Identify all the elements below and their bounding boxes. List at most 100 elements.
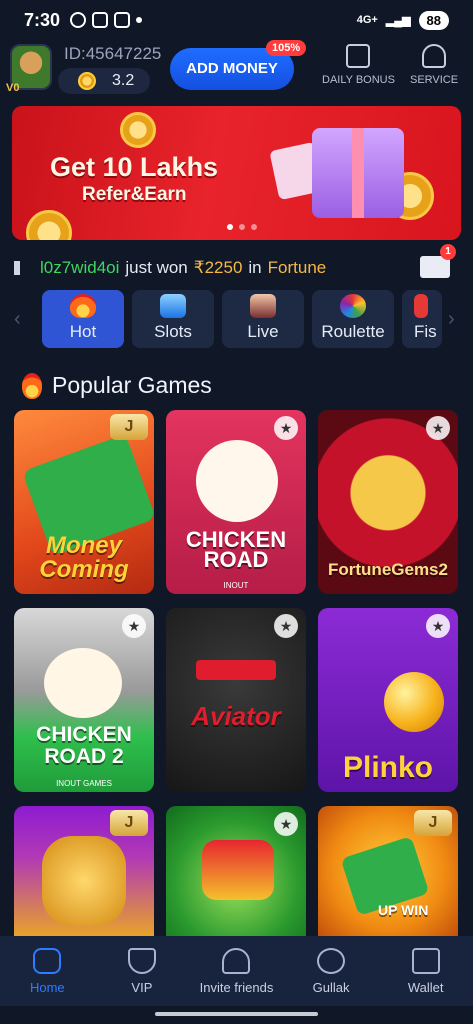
- piggy-bank-icon: [317, 947, 346, 974]
- jili-badge: J: [414, 810, 452, 836]
- category-label: Hot: [69, 322, 97, 341]
- game-plinko[interactable]: ★ Plinko: [318, 608, 458, 792]
- status-time: 7:30: [24, 9, 61, 30]
- carousel-dot[interactable]: [227, 224, 233, 230]
- headset-icon: [422, 44, 447, 68]
- game-title: Money Coming: [39, 532, 129, 583]
- game-chicken-road-2[interactable]: ★ CHICKEN ROAD 2 INOUT GAMES: [14, 608, 154, 792]
- roulette-icon: [340, 294, 366, 318]
- chevron-right-icon[interactable]: ›: [448, 308, 455, 331]
- carousel-dot[interactable]: [251, 224, 257, 230]
- nav-invite[interactable]: Invite friends: [189, 936, 284, 1006]
- flame-icon: [22, 372, 42, 399]
- nav-label: Wallet: [407, 979, 444, 995]
- chicken-icon: [196, 440, 278, 522]
- chicken-icon: [44, 648, 122, 718]
- ticker-in: in: [248, 258, 262, 277]
- category-label: Live: [247, 322, 279, 341]
- speaker-icon: [14, 261, 32, 275]
- notification-icons: [70, 12, 143, 28]
- flame-icon: [70, 294, 96, 318]
- nav-gullak[interactable]: Gullak: [284, 936, 379, 1006]
- winner-username: l0z7wid4oi: [40, 258, 120, 277]
- game-title: UP WIN: [378, 902, 429, 918]
- jester-hat-icon: [202, 840, 274, 900]
- category-fishing[interactable]: Fis: [402, 290, 442, 348]
- mail-count-badge: 1: [440, 244, 456, 260]
- popular-games-header: Popular Games: [22, 372, 212, 399]
- category-label: Fis: [414, 322, 437, 341]
- favorite-star-icon[interactable]: ★: [122, 614, 146, 638]
- game-jester[interactable]: ★: [166, 806, 306, 936]
- nav-label: VIP: [131, 979, 153, 995]
- favorite-star-icon[interactable]: ★: [274, 416, 298, 440]
- more-dot-icon: [136, 17, 143, 23]
- daily-bonus-button[interactable]: DAILY BONUS: [322, 44, 395, 86]
- category-label: Slots: [154, 322, 192, 341]
- checklist-icon: [346, 44, 371, 68]
- vip-level-badge: V0: [6, 82, 20, 94]
- coin-icon: [120, 112, 156, 148]
- signal-icon: ▂▄▆: [385, 14, 411, 27]
- nav-home[interactable]: Home: [0, 936, 95, 1006]
- category-roulette[interactable]: Roulette: [312, 290, 394, 348]
- game-fortune-gems-2[interactable]: ★ FortuneGems2: [318, 410, 458, 594]
- game-title: FortuneGems2: [328, 560, 448, 579]
- gift-box-icon: [312, 128, 404, 218]
- status-right: 4G+ ▂▄▆ 88: [356, 10, 449, 30]
- live-dealer-icon: [250, 294, 276, 318]
- jili-badge: J: [110, 810, 148, 836]
- banner-headline: Get 10 Lakhs: [50, 152, 219, 182]
- category-live[interactable]: Live: [222, 290, 304, 348]
- bonus-percent-badge: 105%: [266, 40, 307, 56]
- ticker-text: just won: [125, 258, 188, 277]
- nav-label: Home: [29, 979, 65, 995]
- game-golden-mask[interactable]: J: [14, 806, 154, 936]
- chevron-left-icon[interactable]: ‹: [14, 308, 21, 331]
- nav-vip[interactable]: VIP: [95, 936, 190, 1006]
- app-root: 7:30 4G+ ▂▄▆ 88 V0 ID:45647225 3.2 ADD M…: [0, 0, 473, 1024]
- category-label: Roulette: [321, 322, 385, 341]
- favorite-star-icon[interactable]: ★: [426, 614, 450, 638]
- game-money-coming[interactable]: J Money Coming: [14, 410, 154, 594]
- airplane-icon: [196, 660, 276, 680]
- service-label: SERVICE: [410, 74, 459, 86]
- game-chicken-road[interactable]: ★ CHICKEN ROAD INOUT: [166, 410, 306, 594]
- favorite-star-icon[interactable]: ★: [426, 416, 450, 440]
- add-user-icon: [222, 947, 251, 974]
- balance-pill[interactable]: 3.2: [58, 68, 150, 94]
- game-aviator[interactable]: ★ Aviator: [166, 608, 306, 792]
- bottom-navigation: Home VIP Invite friends Gullak Wallet: [0, 936, 473, 1006]
- user-id: ID:45647225: [64, 44, 162, 63]
- carousel-dots: [227, 224, 257, 230]
- game-title: Aviator: [191, 701, 281, 731]
- status-bar: 7:30 4G+ ▂▄▆ 88: [0, 0, 473, 40]
- jili-badge: J: [110, 414, 148, 440]
- instagram-icon: [92, 12, 109, 28]
- game-up-win[interactable]: J UP WIN: [318, 806, 458, 936]
- top-header: V0 ID:45647225 3.2 ADD MONEY 105% DAILY …: [0, 40, 473, 100]
- carousel-dot[interactable]: [239, 224, 245, 230]
- nav-label: Invite friends: [199, 979, 274, 995]
- mask-icon: [42, 836, 126, 926]
- coin-icon: [26, 210, 72, 240]
- favorite-star-icon[interactable]: ★: [274, 614, 298, 638]
- balance-value: 3.2: [112, 72, 135, 89]
- game-provider: INOUT: [223, 581, 249, 590]
- promo-banner[interactable]: Get 10 Lakhs Refer&Earn: [12, 106, 461, 240]
- win-game: Fortune: [267, 258, 327, 277]
- game-provider: INOUT GAMES: [56, 779, 112, 788]
- category-slots[interactable]: Slots: [132, 290, 214, 348]
- gesture-bar[interactable]: [155, 1012, 318, 1016]
- daily-bonus-label: DAILY BONUS: [322, 74, 395, 86]
- incognito-icon: [70, 12, 87, 28]
- ball-icon: [384, 672, 444, 732]
- favorite-star-icon[interactable]: ★: [274, 812, 298, 836]
- app-notification-icon: [114, 12, 131, 28]
- category-hot[interactable]: Hot: [42, 290, 124, 348]
- game-title: CHICKEN ROAD 2: [36, 723, 132, 768]
- network-label: 4G+: [356, 14, 378, 26]
- nav-label: Gullak: [312, 979, 350, 995]
- nav-wallet[interactable]: Wallet: [378, 936, 473, 1006]
- service-button[interactable]: SERVICE: [410, 44, 458, 86]
